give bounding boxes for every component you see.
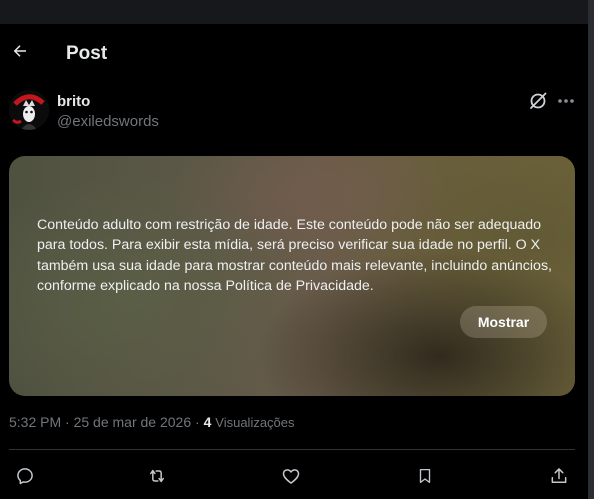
bookmark-icon: [419, 468, 431, 484]
author-display-name[interactable]: brito: [57, 93, 90, 110]
avatar[interactable]: [9, 90, 49, 130]
post-date[interactable]: 25 de mar de 2026: [74, 414, 192, 430]
page-header: Post: [0, 24, 588, 80]
divider: [9, 449, 575, 450]
more-button[interactable]: [556, 91, 576, 111]
meta-separator: ·: [191, 414, 204, 430]
repost-button[interactable]: [142, 462, 172, 490]
grok-button[interactable]: [528, 91, 548, 111]
page-title: Post: [66, 43, 108, 64]
reply-icon: [17, 468, 33, 485]
more-icon: [558, 99, 574, 103]
post-metadata: 5:32 PM · 25 de mar de 2026 · 4 Visualiz…: [9, 414, 295, 430]
arrow-left-icon: [13, 45, 26, 57]
top-bar-strip: [0, 0, 594, 24]
sensitive-media-card: Conteúdo adulto com restrição de idade. …: [9, 156, 575, 396]
like-button[interactable]: [276, 462, 306, 490]
repost-icon: [150, 469, 164, 483]
share-button[interactable]: [544, 462, 574, 490]
heart-icon: [282, 469, 300, 484]
share-icon: [551, 468, 567, 483]
avatar-image: [9, 90, 49, 130]
post-action-bar: [0, 462, 588, 490]
bookmark-button[interactable]: [410, 462, 440, 490]
post-time[interactable]: 5:32 PM: [9, 414, 61, 430]
views-label: Visualizações: [215, 415, 295, 430]
sensitive-content-warning: Conteúdo adulto com restrição de idade. …: [37, 217, 552, 294]
grok-icon: [530, 92, 547, 109]
show-media-button[interactable]: Mostrar: [460, 306, 547, 338]
scrollbar-track[interactable]: [588, 0, 594, 499]
author-handle[interactable]: @exiledswords: [57, 113, 159, 130]
back-button[interactable]: [6, 37, 34, 65]
meta-separator: ·: [61, 414, 74, 430]
views-count: 4: [203, 414, 212, 430]
reply-button[interactable]: [10, 462, 40, 490]
